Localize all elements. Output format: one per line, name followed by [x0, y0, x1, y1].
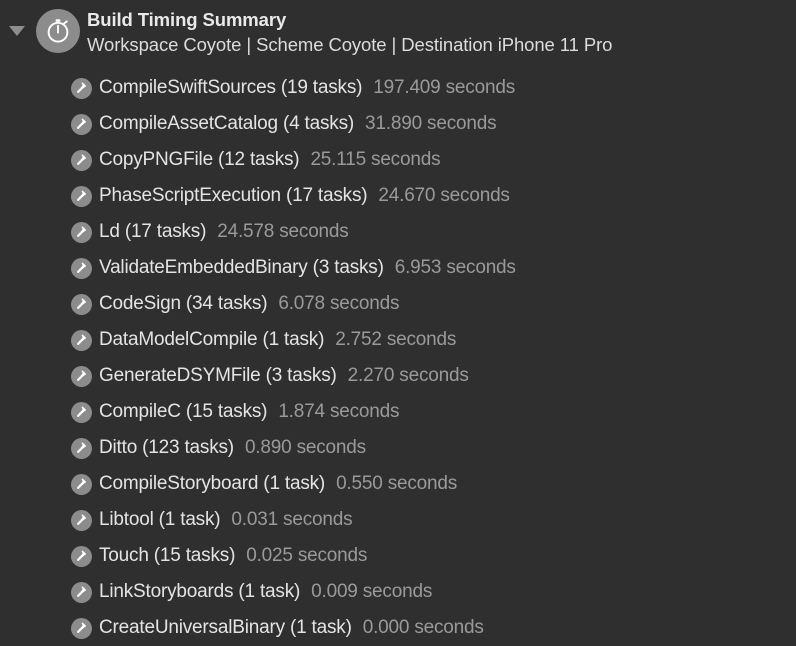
task-icon-container: [70, 365, 92, 387]
task-duration: 0.009 seconds: [311, 581, 433, 602]
task-duration: 0.025 seconds: [246, 545, 368, 566]
hammer-icon: [70, 617, 92, 639]
task-label: CreateUniversalBinary (1 task): [99, 617, 352, 638]
task-label: CodeSign (34 tasks): [99, 293, 268, 314]
stopwatch-icon: [36, 9, 80, 53]
task-row[interactable]: ValidateEmbeddedBinary (3 tasks) 6.953 se…: [0, 250, 796, 286]
task-icon-container: [70, 257, 92, 279]
task-icon-container: [70, 185, 92, 207]
stopwatch-icon-container: [34, 6, 82, 53]
task-icon-container: [70, 545, 92, 567]
task-label: Touch (15 tasks): [99, 545, 236, 566]
build-context-subtitle: Workspace Coyote | Scheme Coyote | Desti…: [87, 34, 613, 55]
task-duration: 31.890 seconds: [365, 113, 497, 134]
task-row[interactable]: Ld (17 tasks) 24.578 seconds: [0, 214, 796, 250]
task-row[interactable]: Touch (15 tasks) 0.025 seconds: [0, 538, 796, 574]
task-icon-container: [70, 221, 92, 243]
disclosure-triangle-toggle[interactable]: [0, 6, 34, 36]
task-duration: 0.031 seconds: [231, 509, 353, 530]
task-label: Libtool (1 task): [99, 509, 221, 530]
task-row[interactable]: CompileSwiftSources (19 tasks) 197.409 se…: [0, 70, 796, 106]
hammer-icon: [70, 149, 92, 171]
task-duration: 2.752 seconds: [335, 329, 457, 350]
task-row[interactable]: PhaseScriptExecution (17 tasks) 24.670 se…: [0, 178, 796, 214]
task-duration: 197.409 seconds: [373, 77, 515, 98]
task-row[interactable]: Libtool (1 task) 0.031 seconds: [0, 502, 796, 538]
hammer-icon: [70, 185, 92, 207]
hammer-icon: [70, 545, 92, 567]
task-label: LinkStoryboards (1 task): [99, 581, 301, 602]
task-label: CompileSwiftSources (19 tasks): [99, 77, 363, 98]
task-label: PhaseScriptExecution (17 tasks): [99, 185, 368, 206]
task-icon-container: [70, 113, 92, 135]
task-row[interactable]: CompileStoryboard (1 task) 0.550 seconds: [0, 466, 796, 502]
task-icon-container: [70, 293, 92, 315]
hammer-icon: [70, 257, 92, 279]
task-row[interactable]: DataModelCompile (1 task) 2.752 seconds: [0, 322, 796, 358]
task-label: Ld (17 tasks): [99, 221, 207, 242]
task-label: CompileAssetCatalog (4 tasks): [99, 113, 355, 134]
task-icon-container: [70, 617, 92, 639]
hammer-icon: [70, 329, 92, 351]
triangle-down-icon: [9, 26, 25, 36]
build-timing-summary-panel: Build Timing Summary Workspace Coyote | …: [0, 0, 796, 646]
task-duration: 2.270 seconds: [347, 365, 469, 386]
task-icon-container: [70, 473, 92, 495]
hammer-icon: [70, 365, 92, 387]
task-row[interactable]: Ditto (123 tasks) 0.890 seconds: [0, 430, 796, 466]
task-icon-container: [70, 581, 92, 603]
hammer-icon: [70, 401, 92, 423]
task-row[interactable]: LinkStoryboards (1 task) 0.009 seconds: [0, 574, 796, 610]
hammer-icon: [70, 113, 92, 135]
task-duration: 25.115 seconds: [310, 149, 441, 170]
task-label: ValidateEmbeddedBinary (3 tasks): [99, 257, 384, 278]
task-duration: 0.890 seconds: [244, 437, 366, 458]
task-duration: 6.953 seconds: [394, 257, 516, 278]
task-duration: 24.578 seconds: [217, 221, 349, 242]
build-summary-header-text: Build Timing Summary Workspace Coyote | …: [82, 6, 612, 58]
task-label: CompileStoryboard (1 task): [99, 473, 326, 494]
hammer-icon: [70, 437, 92, 459]
task-row[interactable]: CreateUniversalBinary (1 task) 0.000 seco…: [0, 610, 796, 646]
task-icon-container: [70, 401, 92, 423]
hammer-icon: [70, 473, 92, 495]
task-row[interactable]: GenerateDSYMFile (3 tasks) 2.270 seconds: [0, 358, 796, 394]
task-icon-container: [70, 437, 92, 459]
task-icon-container: [70, 509, 92, 531]
page-title: Build Timing Summary: [87, 9, 287, 30]
task-label: Ditto (123 tasks): [99, 437, 234, 458]
task-icon-container: [70, 149, 92, 171]
hammer-icon: [70, 509, 92, 531]
task-label: CompileC (15 tasks): [99, 401, 268, 422]
hammer-icon: [70, 581, 92, 603]
task-icon-container: [70, 329, 92, 351]
task-label: CopyPNGFile (12 tasks): [99, 149, 300, 170]
hammer-icon: [70, 221, 92, 243]
task-label: GenerateDSYMFile (3 tasks): [99, 365, 337, 386]
task-label: DataModelCompile (1 task): [99, 329, 325, 350]
task-duration: 1.874 seconds: [278, 401, 400, 422]
task-row[interactable]: CopyPNGFile (12 tasks) 25.115 seconds: [0, 142, 796, 178]
hammer-icon: [70, 293, 92, 315]
task-icon-container: [70, 77, 92, 99]
task-duration: 0.000 seconds: [362, 617, 484, 638]
hammer-icon: [70, 77, 92, 99]
task-row[interactable]: CompileAssetCatalog (4 tasks) 31.890 seco…: [0, 106, 796, 142]
task-duration: 6.078 seconds: [278, 293, 400, 314]
task-duration: 0.550 seconds: [336, 473, 458, 494]
task-row[interactable]: CodeSign (34 tasks) 6.078 seconds: [0, 286, 796, 322]
task-duration: 24.670 seconds: [378, 185, 510, 206]
build-summary-header-row[interactable]: Build Timing Summary Workspace Coyote | …: [0, 0, 796, 62]
task-timing-list: CompileSwiftSources (19 tasks) 197.409 se…: [0, 62, 796, 646]
task-row[interactable]: CompileC (15 tasks) 1.874 seconds: [0, 394, 796, 430]
